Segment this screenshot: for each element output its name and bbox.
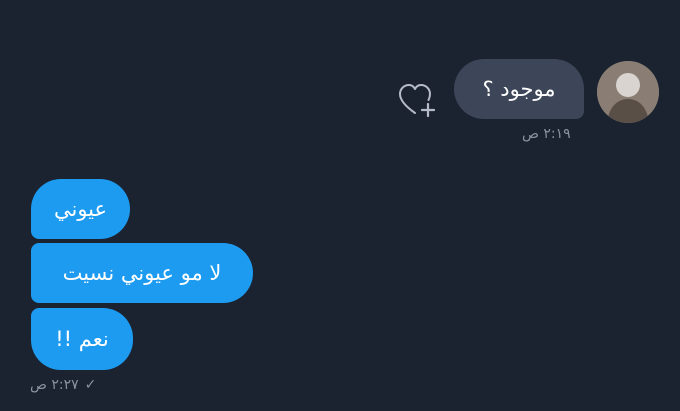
outgoing-message-text: نعم !! [55,327,109,351]
incoming-message-text: موجود ؟ [482,77,556,101]
outgoing-message-bubble[interactable]: عيوني [31,179,130,239]
avatar[interactable] [597,61,659,123]
add-reaction-button[interactable] [397,82,439,118]
outgoing-message-bubble[interactable]: لا مو عيوني نسيت [31,243,253,303]
outgoing-message-text: لا مو عيوني نسيت [62,261,222,285]
avatar-image [597,61,659,123]
outgoing-meta: ✓ ٢:٢٧ ص [30,377,96,393]
outgoing-message-text: عيوني [53,197,108,221]
incoming-timestamp: ٢:١٩ ص [522,126,571,142]
checkmark-icon: ✓ [84,377,97,393]
incoming-message-bubble[interactable]: موجود ؟ [454,59,584,119]
outgoing-message-bubble[interactable]: نعم !! [31,308,133,370]
outgoing-timestamp: ٢:٢٧ ص [30,377,79,393]
heart-plus-icon [399,84,436,118]
